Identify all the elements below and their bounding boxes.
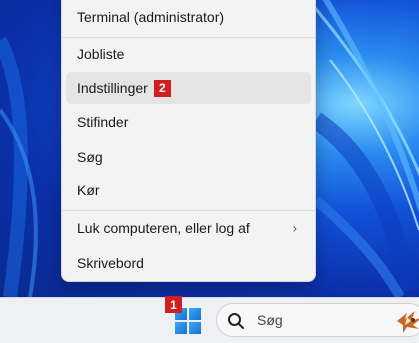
- menu-item-file-explorer[interactable]: Stifinder: [66, 106, 311, 138]
- menu-item-label: Skrivebord: [77, 255, 144, 271]
- menu-item-label: Indstillinger: [77, 80, 148, 96]
- menu-divider: [62, 210, 315, 211]
- menu-item-label: Jobliste: [77, 46, 125, 62]
- menu-item-search[interactable]: Søg: [66, 141, 311, 173]
- menu-item-label: Søg: [77, 149, 103, 165]
- windows-logo-tile: [189, 322, 201, 334]
- windows-logo-tile: [189, 308, 201, 320]
- menu-item-desktop[interactable]: Skrivebord: [66, 247, 311, 279]
- menu-item-task-manager[interactable]: Jobliste: [66, 38, 311, 70]
- search-icon: [228, 313, 244, 329]
- chevron-right-icon: ›: [292, 220, 297, 236]
- menu-item-label: Stifinder: [77, 114, 129, 130]
- menu-item-terminal-admin[interactable]: Terminal (administrator): [66, 1, 311, 33]
- menu-item-label: Luk computeren, eller log af: [77, 220, 250, 236]
- search-highlight-icon: [397, 311, 419, 333]
- search-placeholder: Søg: [257, 312, 283, 328]
- taskbar-search-box[interactable]: Søg: [216, 303, 419, 337]
- menu-item-label: Terminal (administrator): [77, 9, 225, 25]
- menu-item-settings[interactable]: Indstillinger 2: [66, 72, 311, 104]
- menu-item-shutdown-signout[interactable]: Luk computeren, eller log af ›: [66, 212, 311, 244]
- start-context-menu: Terminal (administrator) Jobliste Indsti…: [61, 0, 316, 282]
- menu-item-run[interactable]: Kør: [66, 174, 311, 206]
- step-badge-2: 2: [153, 79, 171, 97]
- windows-logo-tile: [175, 322, 187, 334]
- step-badge-1: 1: [165, 296, 182, 313]
- menu-item-label: Kør: [77, 182, 100, 198]
